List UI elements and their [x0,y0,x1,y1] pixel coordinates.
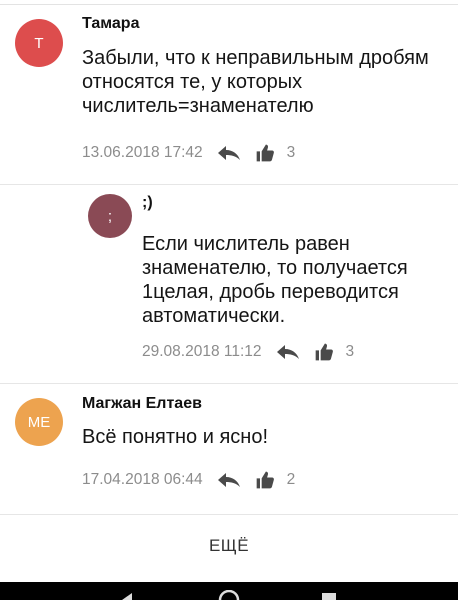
comment-text-line: Всё понятно и ясно! [82,426,269,448]
load-more-button[interactable]: ЕЩЁ [0,536,458,566]
comment-text-line: Если числитель равен [142,233,350,255]
avatar-initials: МЕ [27,413,51,431]
comment-text-line: автоматически. [142,305,286,327]
thumbs-up-icon[interactable] [255,143,275,163]
top-divider [0,4,458,5]
like-count: 3 [286,144,296,161]
comment-text-line: 1целая, дробь переводится [142,281,399,303]
reply-arrow-icon[interactable] [276,344,300,360]
comment-text-line: числитель=знаменателю [82,95,314,117]
comment-meta: 17.04.2018 06:44 2 [82,469,295,491]
comment-text-line: знаменателю, то получается [142,257,408,279]
comment-timestamp: 29.08.2018 11:12 [142,343,262,360]
comment-author[interactable]: Тамара [82,15,139,33]
avatar[interactable]: Т [15,19,63,67]
avatar-initials: ; [107,207,113,225]
avatar[interactable]: МЕ [15,398,63,446]
like-count: 3 [345,343,355,360]
comment-author[interactable]: ;) [142,194,153,212]
like-count: 2 [286,471,296,488]
home-icon[interactable] [218,590,240,600]
comment-divider [0,514,458,515]
back-icon[interactable] [118,590,138,600]
reply-arrow-icon[interactable] [217,472,241,488]
comment-timestamp: 13.06.2018 17:42 [82,144,203,161]
comment-text-line: Забыли, что к неправильным дробям [82,47,429,69]
comment-divider [0,184,458,185]
reply-arrow-icon[interactable] [217,145,241,161]
comment-meta: 29.08.2018 11:12 3 [142,341,354,363]
comment-divider [0,383,458,384]
comment-text-line: относятся те, у которых [82,71,303,93]
comment-meta: 13.06.2018 17:42 3 [82,142,295,164]
recent-apps-icon[interactable] [320,590,338,600]
avatar-initials: Т [34,34,44,52]
system-nav-bar [0,582,458,600]
comment-author[interactable]: Магжан Елтаев [82,395,202,413]
comment-timestamp: 17.04.2018 06:44 [82,471,203,488]
thumbs-up-icon[interactable] [314,342,334,362]
avatar[interactable]: ; [88,194,132,238]
thumbs-up-icon[interactable] [255,470,275,490]
